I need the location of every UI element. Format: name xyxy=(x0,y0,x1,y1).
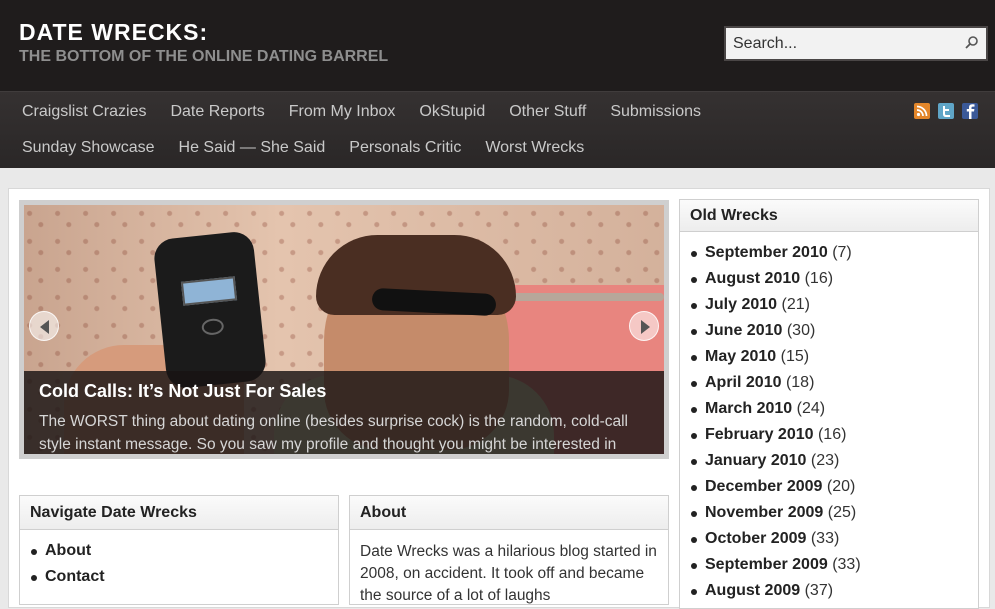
archive-item: September 2009 (33) xyxy=(690,554,978,580)
archive-link[interactable]: September 2009 xyxy=(705,556,828,573)
archive-item: August 2010 (16) xyxy=(690,268,978,294)
archive-link[interactable]: August 2009 xyxy=(705,582,800,599)
archive-item: April 2010 (18) xyxy=(690,372,978,398)
archive-link[interactable]: December 2009 xyxy=(705,478,822,495)
archive-link[interactable]: June 2010 xyxy=(705,322,782,339)
archive-count: (23) xyxy=(810,452,840,469)
archive-link[interactable]: January 2010 xyxy=(705,452,806,469)
archive-link[interactable]: May 2010 xyxy=(705,348,776,365)
archive-count: (37) xyxy=(804,582,834,599)
archive-link[interactable]: August 2010 xyxy=(705,270,800,287)
archive-count: (21) xyxy=(781,296,810,313)
archive-item: November 2009 (25) xyxy=(690,502,978,528)
about-widget: About Date Wrecks was a hilarious blog s… xyxy=(349,495,669,605)
list-item: Contact xyxy=(30,566,338,592)
facebook-icon[interactable] xyxy=(962,103,978,119)
archive-count: (15) xyxy=(780,348,810,365)
archive-item: March 2010 (24) xyxy=(690,398,978,424)
archive-list: September 2010 (7) August 2010 (16) July… xyxy=(680,232,978,606)
list-item: About xyxy=(30,540,338,566)
archive-count: (18) xyxy=(785,374,815,391)
main-nav: Craigslist Crazies Date Reports From My … xyxy=(0,91,995,168)
archive-item: May 2010 (15) xyxy=(690,346,978,372)
archive-link[interactable]: October 2009 xyxy=(705,530,806,547)
archive-item: October 2009 (33) xyxy=(690,528,978,554)
search-icon[interactable] xyxy=(962,33,982,53)
flip-phone-shape xyxy=(152,230,268,390)
nav-item-submissions[interactable]: Submissions xyxy=(610,103,701,121)
arrow-left-icon xyxy=(40,320,49,334)
archive-link[interactable]: September 2010 xyxy=(705,244,828,261)
archive-count: (16) xyxy=(817,426,847,443)
site-header: DATE WRECKS: THE BOTTOM OF THE ONLINE DA… xyxy=(0,0,995,91)
about-text: Date Wrecks was a hilarious blog started… xyxy=(360,543,657,604)
archive-count: (7) xyxy=(832,244,852,261)
slide-excerpt: The WORST thing about dating online (bes… xyxy=(39,413,628,453)
nav-item-worst-wrecks[interactable]: Worst Wrecks xyxy=(485,139,584,157)
archive-link[interactable]: February 2010 xyxy=(705,426,814,443)
arrow-right-icon xyxy=(641,320,650,334)
archive-item: September 2010 (7) xyxy=(690,242,978,268)
archive-count: (33) xyxy=(810,530,840,547)
archive-link[interactable]: November 2009 xyxy=(705,504,823,521)
widget-title: About xyxy=(350,496,668,530)
archive-link[interactable]: March 2010 xyxy=(705,400,792,417)
archive-count: (25) xyxy=(827,504,857,521)
featured-slider: Cold Calls: It’s Not Just For Sales The … xyxy=(19,200,669,459)
nav-row-1: Craigslist Crazies Date Reports From My … xyxy=(22,103,725,121)
search-box xyxy=(724,26,988,61)
nav-item-he-said-she-said[interactable]: He Said — She Said xyxy=(179,139,326,157)
archive-item: January 2010 (23) xyxy=(690,450,978,476)
archive-count: (33) xyxy=(832,556,861,573)
widget-title: Navigate Date Wrecks xyxy=(20,496,338,530)
archive-item: December 2009 (20) xyxy=(690,476,978,502)
slide-image[interactable]: Cold Calls: It’s Not Just For Sales The … xyxy=(24,205,664,454)
nav-item-okstupid[interactable]: OkStupid xyxy=(419,103,485,121)
slide-title[interactable]: Cold Calls: It’s Not Just For Sales xyxy=(39,381,326,402)
old-wrecks-widget: Old Wrecks September 2010 (7) August 201… xyxy=(679,199,979,609)
towel-rod-shape xyxy=(504,293,664,301)
archive-count: (20) xyxy=(826,478,856,495)
archive-link[interactable]: April 2010 xyxy=(705,374,781,391)
archive-item: February 2010 (16) xyxy=(690,424,978,450)
site-title[interactable]: DATE WRECKS: xyxy=(19,19,208,46)
nav-item-personals-critic[interactable]: Personals Critic xyxy=(349,139,461,157)
nav-row-2: Sunday Showcase He Said — She Said Perso… xyxy=(22,139,608,157)
site-tagline: THE BOTTOM OF THE ONLINE DATING BARREL xyxy=(19,48,389,65)
slider-next-button[interactable] xyxy=(629,311,659,341)
slider-prev-button[interactable] xyxy=(29,311,59,341)
slide-caption: Cold Calls: It’s Not Just For Sales The … xyxy=(24,371,664,454)
phone-button xyxy=(200,317,225,336)
search-input[interactable] xyxy=(726,28,958,59)
archive-item: June 2010 (30) xyxy=(690,320,978,346)
nav-item-from-my-inbox[interactable]: From My Inbox xyxy=(289,103,396,121)
archive-link[interactable]: July 2010 xyxy=(705,296,777,313)
archive-item: July 2010 (21) xyxy=(690,294,978,320)
archive-count: (24) xyxy=(796,400,826,417)
phone-screen xyxy=(180,276,238,306)
archive-item: August 2009 (37) xyxy=(690,580,978,606)
nav-item-date-reports[interactable]: Date Reports xyxy=(170,103,264,121)
widget-title: Old Wrecks xyxy=(680,200,978,232)
rss-icon[interactable] xyxy=(914,103,930,119)
about-link[interactable]: About xyxy=(45,542,91,559)
nav-item-other-stuff[interactable]: Other Stuff xyxy=(509,103,586,121)
contact-link[interactable]: Contact xyxy=(45,568,105,585)
archive-count: (16) xyxy=(804,270,834,287)
twitter-icon[interactable] xyxy=(938,103,954,119)
nav-item-sunday-showcase[interactable]: Sunday Showcase xyxy=(22,139,155,157)
nav-item-craigslist-crazies[interactable]: Craigslist Crazies xyxy=(22,103,146,121)
navigate-list: About Contact xyxy=(20,530,338,592)
navigate-widget: Navigate Date Wrecks About Contact xyxy=(19,495,339,605)
archive-count: (30) xyxy=(786,322,816,339)
